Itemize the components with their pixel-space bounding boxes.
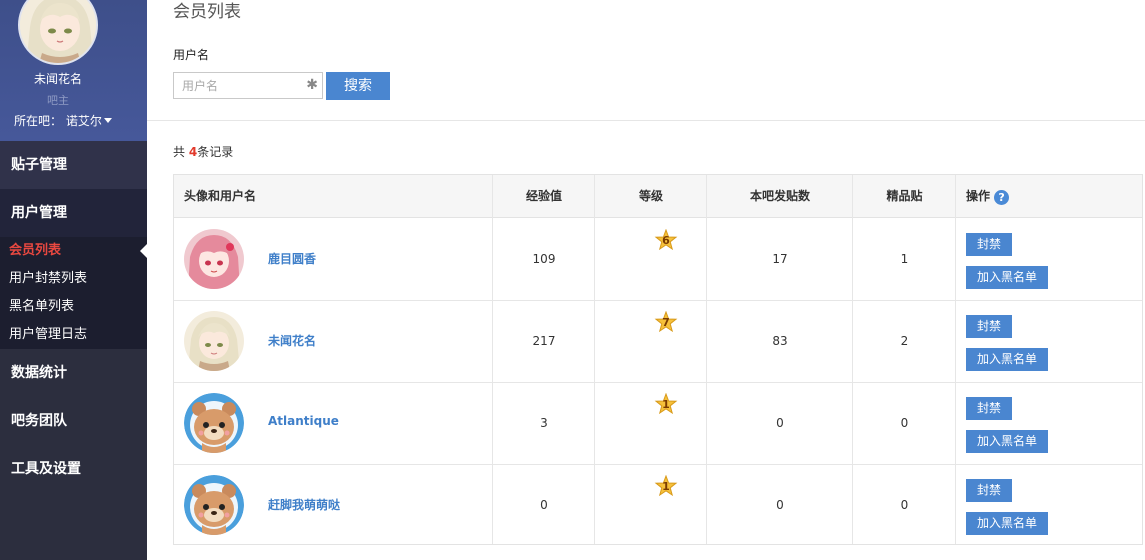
table-row: 鹿目圆香 109 6 17 1 封禁 加入黑名单 xyxy=(174,219,1142,301)
menu-stats[interactable]: 数据统计 xyxy=(0,349,147,397)
featured-value: 1 xyxy=(900,252,909,266)
search-box: ✱ xyxy=(173,72,323,99)
level-badge: 1 xyxy=(654,474,678,499)
member-table: 头像和用户名 经验值 等级 本吧发贴数 精品贴 操作? 鹿目圆香 109 6 1… xyxy=(173,174,1143,545)
users-submenu: 会员列表 用户封禁列表 黑名单列表 用户管理日志 xyxy=(0,237,147,349)
table-row: Atlantique 3 1 0 0 封禁 加入黑名单 xyxy=(174,383,1142,465)
posts-value: 17 xyxy=(772,252,788,266)
profile-name: 未闻花名 xyxy=(33,72,82,86)
level-value: 1 xyxy=(662,398,670,411)
user-name-link[interactable]: 赶脚我萌萌哒 xyxy=(268,496,340,513)
blacklist-button[interactable]: 加入黑名单 xyxy=(966,512,1049,535)
profile-role: 吧主 xyxy=(47,94,69,107)
location-label: 所在吧： xyxy=(14,114,63,128)
location-selector[interactable]: 所在吧： 诺艾尔 xyxy=(14,112,112,129)
location-value: 诺艾尔 xyxy=(65,114,102,128)
divider xyxy=(147,120,1145,121)
header-ops-label: 操作 xyxy=(966,189,991,203)
level-badge: 7 xyxy=(654,310,678,335)
count-prefix: 共 xyxy=(173,145,189,159)
ban-button[interactable]: 封禁 xyxy=(966,233,1013,256)
avatar[interactable] xyxy=(18,0,98,65)
featured-value: 2 xyxy=(900,334,909,348)
profile-panel: 未闻花名 吧主 所在吧： 诺艾尔 xyxy=(0,0,147,141)
record-count: 共 4条记录 xyxy=(173,143,233,160)
clear-icon[interactable]: ✱ xyxy=(306,77,318,94)
exp-value: 217 xyxy=(532,334,556,348)
ban-button[interactable]: 封禁 xyxy=(966,479,1013,502)
menu-posts[interactable]: 贴子管理 xyxy=(0,141,147,189)
count-value: 4 xyxy=(188,145,198,159)
menu-tools[interactable]: 工具及设置 xyxy=(0,445,147,493)
avatar[interactable] xyxy=(184,311,244,371)
username-search-input[interactable] xyxy=(174,73,304,98)
bear-avatar-icon xyxy=(184,393,244,453)
search-button[interactable]: 搜索 xyxy=(326,72,390,100)
level-badge: 6 xyxy=(654,228,678,253)
table-header: 头像和用户名 经验值 等级 本吧发贴数 精品贴 操作? xyxy=(174,175,1142,218)
active-indicator-icon xyxy=(140,244,147,258)
submenu-blacklist[interactable]: 黑名单列表 xyxy=(0,293,147,321)
blacklist-button[interactable]: 加入黑名单 xyxy=(966,430,1049,453)
level-value: 7 xyxy=(662,316,670,329)
posts-value: 83 xyxy=(772,334,788,348)
featured-value: 0 xyxy=(900,498,909,512)
user-name-link[interactable]: 鹿目圆香 xyxy=(268,250,316,267)
table-row: 未闻花名 217 7 83 2 封禁 加入黑名单 xyxy=(174,301,1142,383)
header-level: 等级 xyxy=(638,189,663,203)
caret-down-icon xyxy=(103,118,112,123)
exp-value: 109 xyxy=(532,252,556,266)
header-posts: 本吧发贴数 xyxy=(749,189,810,203)
bear-avatar-icon xyxy=(184,475,244,535)
help-icon[interactable]: ? xyxy=(994,190,1010,205)
header-featured: 精品贴 xyxy=(886,189,923,203)
level-value: 6 xyxy=(662,234,670,247)
blacklist-button[interactable]: 加入黑名单 xyxy=(966,348,1049,371)
header-user: 头像和用户名 xyxy=(184,189,257,203)
ban-button[interactable]: 封禁 xyxy=(966,315,1013,338)
posts-value: 0 xyxy=(776,416,784,430)
anime-girl-avatar-icon xyxy=(184,311,244,371)
level-value: 1 xyxy=(662,480,670,493)
featured-value: 0 xyxy=(900,416,909,430)
user-name-link[interactable]: 未闻花名 xyxy=(268,332,316,349)
exp-value: 0 xyxy=(540,498,548,512)
username-filter-label: 用户名 xyxy=(173,48,210,62)
sidebar: 未闻花名 吧主 所在吧： 诺艾尔 贴子管理 用户管理 会员列表 用户封禁列表 黑… xyxy=(0,0,147,560)
ban-button[interactable]: 封禁 xyxy=(966,397,1013,420)
anime-girl-avatar-icon xyxy=(20,0,96,63)
menu-team[interactable]: 吧务团队 xyxy=(0,397,147,445)
user-name-link[interactable]: Atlantique xyxy=(268,414,339,428)
avatar[interactable] xyxy=(184,229,244,289)
posts-value: 0 xyxy=(776,498,784,512)
pink-hair-girl-avatar-icon xyxy=(184,229,244,289)
header-exp: 经验值 xyxy=(525,189,562,203)
table-row: 赶脚我萌萌哒 0 1 0 0 封禁 加入黑名单 xyxy=(174,465,1142,547)
submenu-label: 会员列表 xyxy=(9,243,62,258)
submenu-member-list[interactable]: 会员列表 xyxy=(0,237,147,265)
avatar[interactable] xyxy=(184,475,244,535)
exp-value: 3 xyxy=(540,416,548,430)
level-badge: 1 xyxy=(654,392,678,417)
avatar[interactable] xyxy=(184,393,244,453)
blacklist-button[interactable]: 加入黑名单 xyxy=(966,266,1049,289)
header-ops: 操作? xyxy=(966,175,1010,218)
page-title: 会员列表 xyxy=(173,2,241,22)
submenu-user-log[interactable]: 用户管理日志 xyxy=(0,321,147,349)
count-suffix: 条记录 xyxy=(197,145,234,159)
menu-users[interactable]: 用户管理 xyxy=(0,189,147,237)
submenu-ban-list[interactable]: 用户封禁列表 xyxy=(0,265,147,293)
